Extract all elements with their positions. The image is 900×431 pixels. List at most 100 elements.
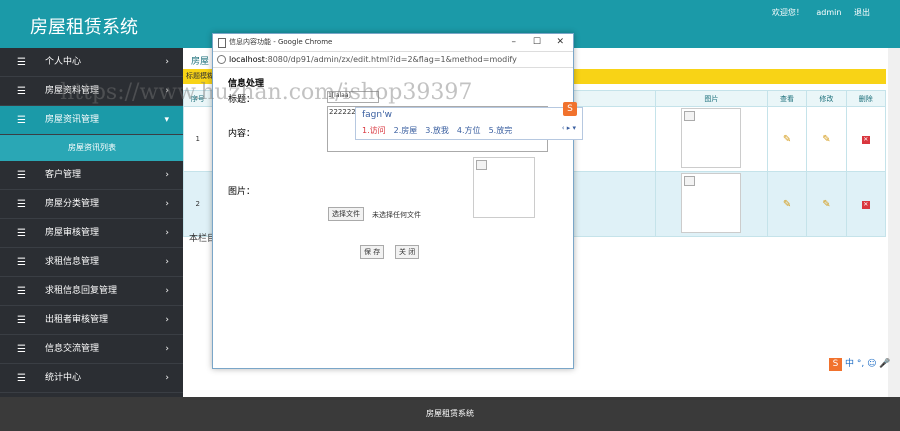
menu-icon: ☰ [17, 373, 26, 384]
col-view: 查看 [766, 90, 808, 107]
popup-titlebar[interactable]: 信息内容功能 - Google Chrome – ☐ ✕ [213, 34, 573, 51]
delete-button[interactable]: ✕ [845, 171, 887, 237]
menu-icon: ☰ [17, 257, 26, 268]
sidebar-item-request-replies[interactable]: ☰ 求租信息回复管理 › [0, 277, 183, 306]
menu-icon: ☰ [17, 286, 26, 297]
chevron-down-icon: ▾ [164, 115, 169, 125]
col-delete: 删除 [845, 90, 887, 107]
chevron-right-icon: › [165, 315, 169, 325]
footer: 房屋租赁系统 [0, 397, 900, 431]
sidebar-item-categories[interactable]: ☰ 房屋分类管理 › [0, 190, 183, 219]
menu-icon: ☰ [17, 228, 26, 239]
sidebar-item-label: 房屋资讯管理 [45, 115, 100, 125]
url-host: localhost [229, 55, 265, 64]
popup-window-title: 信息内容功能 - Google Chrome [229, 38, 333, 46]
edit-button[interactable]: ✎ [806, 106, 847, 172]
menu-icon: ☰ [17, 315, 26, 326]
sidebar-item-label: 房屋审核管理 [45, 228, 100, 238]
sidebar-item-label: 客户管理 [45, 170, 82, 180]
edit-button[interactable]: ✎ [806, 171, 847, 237]
minimize-button[interactable]: – [512, 34, 517, 51]
chevron-right-icon: › [165, 57, 169, 67]
no-file-text: 未选择任何文件 [372, 211, 421, 219]
col-edit: 修改 [806, 90, 847, 107]
row-index: 1 [183, 106, 213, 172]
sidebar-item-landlord-review[interactable]: ☰ 出租者审核管理 › [0, 306, 183, 335]
menu-icon: ☰ [17, 57, 26, 68]
menu-icon: ☰ [17, 170, 26, 181]
sidebar-item-personal[interactable]: ☰ 个人中心 › [0, 48, 183, 77]
sidebar-item-statistics[interactable]: ☰ 统计中心 › [0, 364, 183, 393]
row-image [654, 171, 768, 237]
pencil-icon: ✎ [822, 198, 831, 210]
ime-candidate[interactable]: 3.放我 [425, 126, 449, 135]
maximize-button[interactable]: ☐ [533, 34, 541, 51]
menu-icon: ☰ [17, 115, 26, 126]
chevron-right-icon: › [165, 170, 169, 180]
broken-image [681, 108, 742, 168]
view-button[interactable]: ✎ [766, 106, 808, 172]
app-title: 房屋租赁系统 [30, 17, 138, 38]
chevron-right-icon: › [165, 373, 169, 383]
logout-link[interactable]: 退出 [854, 8, 870, 17]
content-label: 内容： [228, 129, 256, 139]
close-button[interactable]: 关 闭 [395, 245, 420, 259]
sidebar-item-review[interactable]: ☰ 房屋审核管理 › [0, 219, 183, 248]
address-bar[interactable]: localhost:8080/dp91/admin/zx/edit.html?i… [213, 51, 573, 68]
info-icon [217, 55, 226, 64]
delete-icon: ✕ [861, 200, 870, 209]
ime-candidate-window: fagn'w 1.访问 2.房屋 3.放我 4.方位 5.放完 S ‹ ▸ ▾ [355, 102, 583, 140]
ime-candidate[interactable]: 1.访问 [362, 126, 386, 135]
username-link[interactable]: admin [816, 8, 841, 17]
image-label: 图片： [228, 187, 256, 197]
page-scrollbar[interactable] [888, 48, 900, 397]
view-button[interactable]: ✎ [766, 171, 808, 237]
chevron-right-icon: › [165, 257, 169, 267]
ime-page-arrows[interactable]: ‹ ▸ ▾ [562, 124, 576, 132]
sogou-logo-icon: S [563, 102, 577, 116]
sidebar-item-customers[interactable]: ☰ 客户管理 › [0, 161, 183, 190]
choose-file-button[interactable]: 选择文件 [328, 207, 364, 221]
close-window-button[interactable]: ✕ [556, 34, 564, 51]
pencil-icon: ✎ [782, 198, 792, 210]
chevron-right-icon: › [165, 199, 169, 209]
pencil-icon: ✎ [822, 133, 831, 145]
ime-composition: fagn'w [362, 110, 392, 120]
document-icon [218, 38, 226, 48]
sidebar-subitem-news-list[interactable]: 房屋资讯列表 [0, 135, 183, 161]
sidebar-item-label: 个人中心 [45, 57, 82, 67]
sidebar-item-label: 求租信息管理 [45, 257, 100, 267]
ime-candidate[interactable]: 5.放完 [489, 126, 513, 135]
broken-image-icon [684, 111, 696, 121]
menu-icon: ☰ [17, 199, 26, 210]
chevron-right-icon: › [165, 344, 169, 354]
sidebar-item-label: 房屋分类管理 [45, 199, 100, 209]
ime-candidate[interactable]: 2.房屋 [394, 126, 418, 135]
ime-status-bar[interactable]: S中 °, ☺ 🎤 [829, 356, 891, 371]
broken-image-icon [476, 160, 487, 170]
ime-candidate[interactable]: 4.方位 [457, 126, 481, 135]
delete-button[interactable]: ✕ [845, 106, 887, 172]
sidebar-item-label: 信息交流管理 [45, 344, 100, 354]
ime-status-text: 中 °, ☺ 🎤 [845, 359, 891, 369]
chevron-right-icon: › [165, 286, 169, 296]
sogou-logo-icon: S [829, 358, 842, 371]
pencil-icon: ✎ [782, 133, 792, 145]
delete-icon: ✕ [861, 135, 870, 144]
sidebar-item-label: 出租者审核管理 [45, 315, 109, 325]
save-button[interactable]: 保 存 [360, 245, 385, 259]
row-image [654, 106, 768, 172]
welcome-text: 欢迎您！ [771, 8, 804, 17]
menu-icon: ☰ [17, 86, 26, 97]
sidebar-item-rent-requests[interactable]: ☰ 求租信息管理 › [0, 248, 183, 277]
menu-icon: ☰ [17, 344, 26, 355]
header-links: 欢迎您！ admin 退出 [762, 7, 870, 18]
sidebar-item-house-news[interactable]: ☰ 房屋资讯管理 ▾ [0, 106, 183, 135]
ime-candidates: 1.访问 2.房屋 3.放我 4.方位 5.放完 [362, 125, 520, 136]
col-image: 图片 [654, 90, 768, 107]
broken-image [681, 173, 742, 233]
sidebar-item-label: 统计中心 [45, 373, 82, 383]
sidebar-item-messages[interactable]: ☰ 信息交流管理 › [0, 335, 183, 364]
row-index: 2 [183, 171, 213, 237]
url-path: :8080/dp91/admin/zx/edit.html?id=2&flag=… [264, 55, 517, 64]
